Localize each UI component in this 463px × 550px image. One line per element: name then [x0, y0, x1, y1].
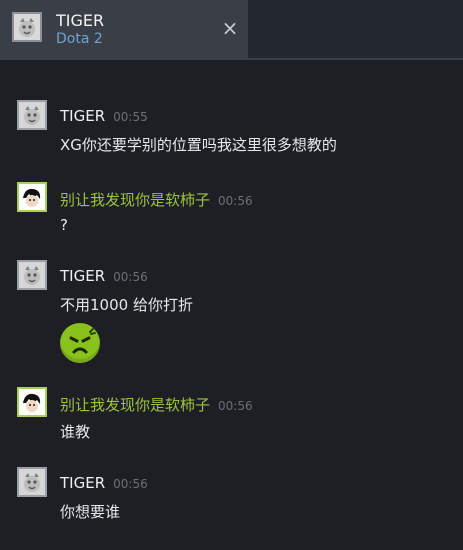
character-avatar-icon — [19, 184, 45, 210]
chat-tab-tiger[interactable]: TIGER Dota 2 × — [0, 0, 248, 58]
sender-name-label: TIGER — [60, 267, 106, 285]
tiger-avatar[interactable] — [17, 100, 47, 130]
message-timestamp: 00:56 — [218, 398, 253, 413]
tab-game-label: Dota 2 — [56, 31, 103, 47]
close-icon[interactable]: × — [220, 18, 240, 38]
message-timestamp: 00:56 — [218, 193, 253, 208]
message-timestamp: 00:55 — [113, 109, 148, 124]
character-avatar-icon — [19, 389, 45, 415]
message-text: ? — [60, 216, 68, 234]
sender-name[interactable]: 别让我发现你是软柿子 00:56 — [60, 394, 253, 415]
message-timestamp: 00:56 — [113, 476, 148, 491]
user-avatar[interactable] — [17, 182, 47, 212]
sender-name[interactable]: TIGER 00:55 — [60, 107, 148, 125]
tiger-face-icon — [14, 14, 40, 40]
tiger-face-icon — [19, 262, 45, 288]
message-text: 不用1000 给你打折 — [60, 296, 193, 314]
tiger-avatar[interactable] — [17, 467, 47, 497]
tiger-avatar — [12, 12, 42, 42]
tiger-face-icon — [19, 102, 45, 128]
message-text: 你想要谁 — [60, 503, 121, 521]
message-text: XG你还要学别的位置吗我这里很多想教的 — [60, 136, 337, 154]
chat-tab-bar: TIGER Dota 2 × — [0, 0, 463, 60]
sender-name[interactable]: 别让我发现你是软柿子 00:56 — [60, 189, 253, 210]
angry-face-emoji — [60, 323, 100, 363]
message-timestamp: 00:56 — [113, 269, 148, 284]
sender-name-label: 别让我发现你是软柿子 — [60, 396, 211, 414]
message-text: 谁教 — [60, 423, 91, 441]
sender-name-label: 别让我发现你是软柿子 — [60, 191, 211, 209]
tab-title: TIGER — [56, 11, 105, 30]
user-avatar[interactable] — [17, 387, 47, 417]
tiger-avatar[interactable] — [17, 260, 47, 290]
sender-name[interactable]: TIGER 00:56 — [60, 474, 148, 492]
sender-name-label: TIGER — [60, 107, 106, 125]
tiger-face-icon — [19, 469, 45, 495]
sender-name-label: TIGER — [60, 474, 106, 492]
angry-face-icon — [69, 328, 96, 354]
sender-name[interactable]: TIGER 00:56 — [60, 267, 148, 285]
